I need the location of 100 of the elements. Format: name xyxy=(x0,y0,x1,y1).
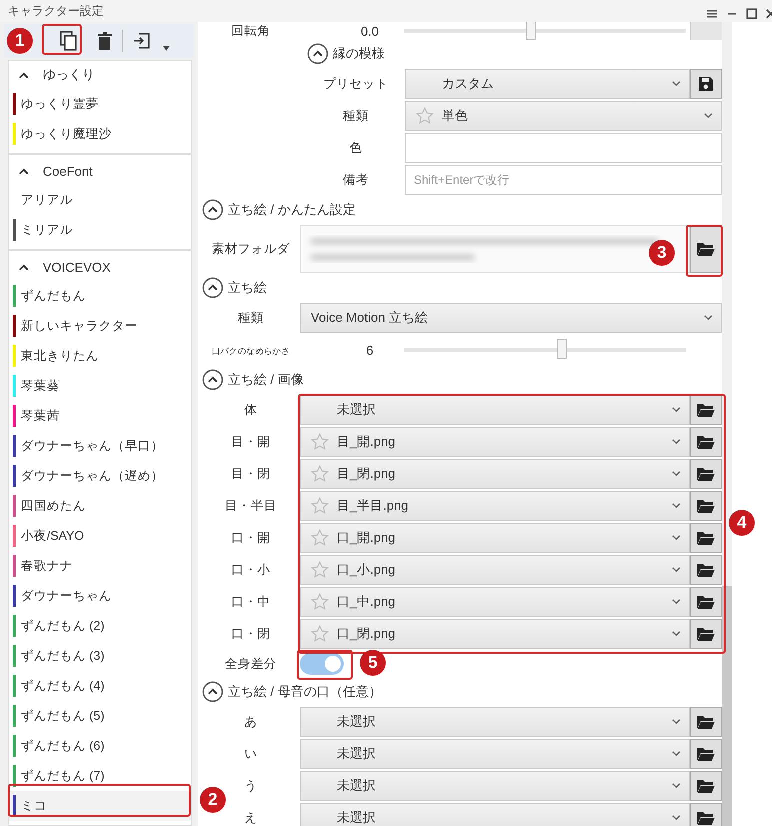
collapse-chevron-icon[interactable] xyxy=(19,264,29,270)
toggle-switch[interactable] xyxy=(300,653,344,675)
folder-button[interactable] xyxy=(690,523,722,553)
folder-icon xyxy=(697,779,715,793)
scrollbar-thumb[interactable] xyxy=(722,586,732,826)
dropdown[interactable]: 目_閉.png xyxy=(300,459,690,489)
dropdown[interactable]: Voice Motion 立ち絵 xyxy=(300,303,722,333)
import-icon[interactable] xyxy=(133,32,151,50)
folder-button[interactable] xyxy=(690,587,722,617)
character-item[interactable]: ゆっくり魔理沙 xyxy=(9,119,191,149)
character-item[interactable]: ずんだもん (5) xyxy=(9,701,191,731)
character-item[interactable]: 新しいキャラクター xyxy=(9,311,191,341)
character-item[interactable]: 小夜/SAYO xyxy=(9,521,191,551)
folder-button[interactable] xyxy=(690,395,722,425)
copy-icon[interactable] xyxy=(60,31,78,51)
save-button[interactable] xyxy=(690,69,722,99)
section-header[interactable]: 縁の模様 xyxy=(333,45,385,63)
text-field[interactable]: Shift+Enterで改行 xyxy=(405,165,722,195)
character-item[interactable]: 琴葉葵 xyxy=(9,371,191,401)
dropdown[interactable]: 未選択 xyxy=(300,803,690,826)
character-item[interactable]: ずんだもん (6) xyxy=(9,731,191,761)
group-header[interactable]: VOICEVOX xyxy=(43,260,111,274)
section-header[interactable]: 立ち絵 xyxy=(228,279,267,297)
folder-icon xyxy=(697,811,715,825)
character-item[interactable]: 琴葉茜 xyxy=(9,401,191,431)
maximize-icon[interactable] xyxy=(746,8,758,20)
close-icon[interactable] xyxy=(766,8,772,20)
collapse-chevron-icon[interactable] xyxy=(202,199,224,221)
folder-icon xyxy=(697,595,715,609)
dropdown[interactable]: 口_小.png xyxy=(300,555,690,585)
collapse-chevron-icon[interactable] xyxy=(19,72,29,78)
field-label: 素材フォルダ xyxy=(212,242,290,256)
character-item[interactable]: ずんだもん (2) xyxy=(9,611,191,641)
character-item[interactable]: 春歌ナナ xyxy=(9,551,191,581)
character-item[interactable]: ダウナーちゃん（早口） xyxy=(9,431,191,461)
field-label: プリセット xyxy=(324,76,388,90)
character-item[interactable]: 東北きりたん xyxy=(9,341,191,371)
folder-button[interactable] xyxy=(690,619,722,649)
folder-button[interactable] xyxy=(690,225,722,273)
collapse-chevron-icon[interactable] xyxy=(202,681,224,703)
star-icon[interactable] xyxy=(311,593,329,611)
collapse-chevron-icon[interactable] xyxy=(19,168,29,174)
character-item[interactable]: ずんだもん (4) xyxy=(9,671,191,701)
star-icon[interactable] xyxy=(311,497,329,515)
dropdown[interactable]: 未選択 xyxy=(300,771,690,801)
star-icon[interactable] xyxy=(311,529,329,547)
chevron-down-icon xyxy=(672,535,681,541)
chevron-down-icon xyxy=(672,503,681,509)
collapse-chevron-icon[interactable] xyxy=(202,369,224,391)
character-item[interactable]: ずんだもん xyxy=(9,281,191,311)
trash-icon[interactable] xyxy=(98,32,112,50)
text-field[interactable] xyxy=(405,133,722,163)
section-header[interactable]: 立ち絵 / かんたん設定 xyxy=(228,201,356,219)
star-icon[interactable] xyxy=(311,561,329,579)
group-header[interactable]: CoeFont xyxy=(43,164,93,178)
slider-thumb[interactable] xyxy=(526,22,536,40)
folder-button[interactable] xyxy=(690,739,722,769)
character-item[interactable]: アリアル xyxy=(9,185,191,215)
character-item[interactable]: ダウナーちゃん xyxy=(9,581,191,611)
folder-button[interactable] xyxy=(690,427,722,457)
section-header[interactable]: 立ち絵 / 母音の口（任意） xyxy=(228,683,382,701)
folder-button[interactable] xyxy=(690,771,722,801)
character-item[interactable]: 四国めたん xyxy=(9,491,191,521)
dropdown[interactable]: カスタム xyxy=(405,69,690,99)
dropdown[interactable]: 未選択 xyxy=(300,395,690,425)
star-icon[interactable] xyxy=(416,107,434,125)
dropdown[interactable]: 目_開.png xyxy=(300,427,690,457)
collapse-chevron-icon[interactable] xyxy=(307,43,329,65)
section-header[interactable]: 立ち絵 / 画像 xyxy=(228,371,304,389)
dropdown[interactable]: 未選択 xyxy=(300,739,690,769)
folder-button[interactable] xyxy=(690,707,722,737)
star-icon[interactable] xyxy=(311,625,329,643)
character-item[interactable]: ずんだもん (7) xyxy=(9,761,191,791)
menu-icon[interactable] xyxy=(706,9,718,19)
folder-button[interactable] xyxy=(690,555,722,585)
character-item[interactable]: ダウナーちゃん（遅め） xyxy=(9,461,191,491)
folder-button[interactable] xyxy=(690,491,722,521)
character-item[interactable]: ミコ xyxy=(9,791,191,821)
dropdown[interactable]: 単色 xyxy=(405,101,722,131)
dropdown[interactable]: 口_閉.png xyxy=(300,619,690,649)
dropdown[interactable]: 未選択 xyxy=(300,707,690,737)
folder-button[interactable] xyxy=(690,803,722,826)
folder-icon xyxy=(697,747,715,761)
folder-icon xyxy=(697,403,715,417)
chevron-down-icon xyxy=(672,783,681,789)
character-item[interactable]: ゆっくり霊夢 xyxy=(9,89,191,119)
dropdown[interactable]: 口_中.png xyxy=(300,587,690,617)
character-item[interactable]: ずんだもん (3) xyxy=(9,641,191,671)
star-icon[interactable] xyxy=(311,465,329,483)
folder-button[interactable] xyxy=(690,459,722,489)
dropdown[interactable]: 目_半目.png xyxy=(300,491,690,521)
collapse-chevron-icon[interactable] xyxy=(202,277,224,299)
dropdown[interactable]: 口_開.png xyxy=(300,523,690,553)
group-header[interactable]: ゆっくり xyxy=(43,66,95,84)
star-icon[interactable] xyxy=(311,433,329,451)
caret-icon[interactable] xyxy=(163,46,170,50)
slider-thumb[interactable] xyxy=(556,339,567,359)
field-label: 種類 xyxy=(343,108,369,122)
chevron-down-icon xyxy=(704,113,713,119)
character-item[interactable]: ミリアル xyxy=(9,215,191,245)
